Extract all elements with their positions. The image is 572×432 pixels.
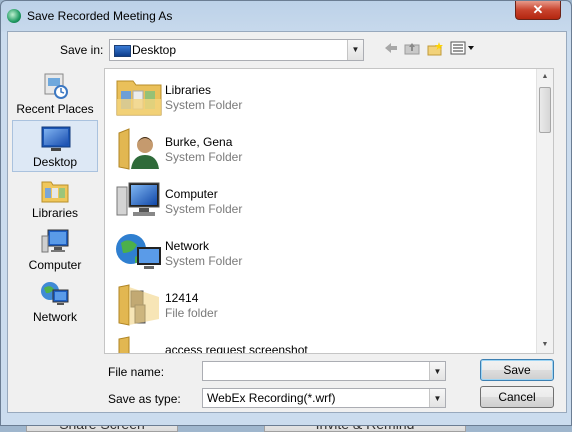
recent-places-icon [40,72,70,100]
network-icon [40,280,70,308]
place-network[interactable]: Network [12,276,98,326]
dialog-body: Save in: Desktop ▼ Recent Places Desktop… [7,31,567,413]
save-in-label: Save in: [60,43,104,57]
up-folder-icon[interactable] [404,41,420,57]
folder-icon [115,283,163,327]
save-as-type-label: Save as type: [108,392,181,406]
network-icon [115,231,163,275]
file-name: Network [165,239,210,253]
file-list[interactable]: Libraries System Folder Burke, Gena Syst… [104,68,554,354]
scroll-thumb[interactable] [539,87,551,133]
computer-icon [40,228,70,256]
webex-app-icon [7,9,21,23]
place-recent-places[interactable]: Recent Places [12,68,98,118]
computer-icon [115,179,163,223]
vertical-scrollbar[interactable]: ▲ ▼ [536,69,553,353]
save-in-value: Desktop [132,43,177,57]
file-name: Computer [165,187,218,201]
place-computer[interactable]: Computer [12,224,98,274]
chevron-down-icon[interactable]: ▼ [429,362,445,380]
list-item[interactable]: Libraries System Folder [109,71,529,123]
file-type: System Folder [165,254,243,268]
window-title: Save Recorded Meeting As [27,9,173,23]
file-name-combo[interactable]: ▼ [202,361,446,381]
chevron-down-icon[interactable]: ▼ [429,389,445,407]
file-name-label: File name: [108,365,165,379]
close-button[interactable]: ✕ [515,1,561,20]
list-item[interactable]: Network System Folder [109,227,529,279]
view-menu-icon[interactable] [450,41,476,57]
scroll-down-icon[interactable]: ▼ [537,337,553,353]
file-type: System Folder [165,202,243,216]
places-bar: Recent Places Desktop Libraries Computer [12,68,98,354]
file-name: access request screenshot [165,343,308,354]
place-label: Recent Places [16,102,94,116]
user-folder-icon [115,127,163,171]
save-button[interactable]: Save [480,359,554,381]
new-folder-icon[interactable] [426,41,444,57]
file-type: System Folder [165,150,243,164]
file-name: Burke, Gena [165,135,233,149]
scroll-up-icon[interactable]: ▲ [537,69,553,85]
file-name: Libraries [165,83,212,97]
place-desktop[interactable]: Desktop [12,120,98,172]
save-as-type-value: WebEx Recording(*.wrf) [207,391,336,405]
chevron-down-icon[interactable]: ▼ [347,40,363,60]
libraries-icon [40,176,70,204]
list-item[interactable]: 12414 File folder [109,279,529,331]
file-name: 12414 [165,291,199,305]
list-item[interactable]: Computer System Folder [109,175,529,227]
file-name-input[interactable] [205,363,425,377]
back-arrow-icon[interactable] [384,41,398,57]
place-label: Desktop [32,155,78,169]
file-type: System Folder [165,98,243,112]
libraries-folder-icon [115,75,163,119]
file-type: File folder [165,306,218,320]
cancel-button[interactable]: Cancel [480,386,554,408]
place-label: Libraries [31,206,79,220]
place-label: Computer [28,258,82,272]
save-in-dropdown[interactable]: Desktop ▼ [109,39,364,61]
list-item[interactable]: Burke, Gena System Folder [109,123,529,175]
title-bar: Save Recorded Meeting As ✕ [1,1,571,31]
list-item[interactable]: access request screenshot [109,331,529,354]
folder-icon [115,335,163,353]
desktop-icon [41,125,71,153]
save-dialog: Save Recorded Meeting As ✕ Save in: Desk… [0,0,572,426]
save-as-type-dropdown[interactable]: WebEx Recording(*.wrf) ▼ [202,388,446,408]
place-libraries[interactable]: Libraries [12,172,98,222]
place-label: Network [32,310,77,324]
desktop-icon [114,45,131,57]
